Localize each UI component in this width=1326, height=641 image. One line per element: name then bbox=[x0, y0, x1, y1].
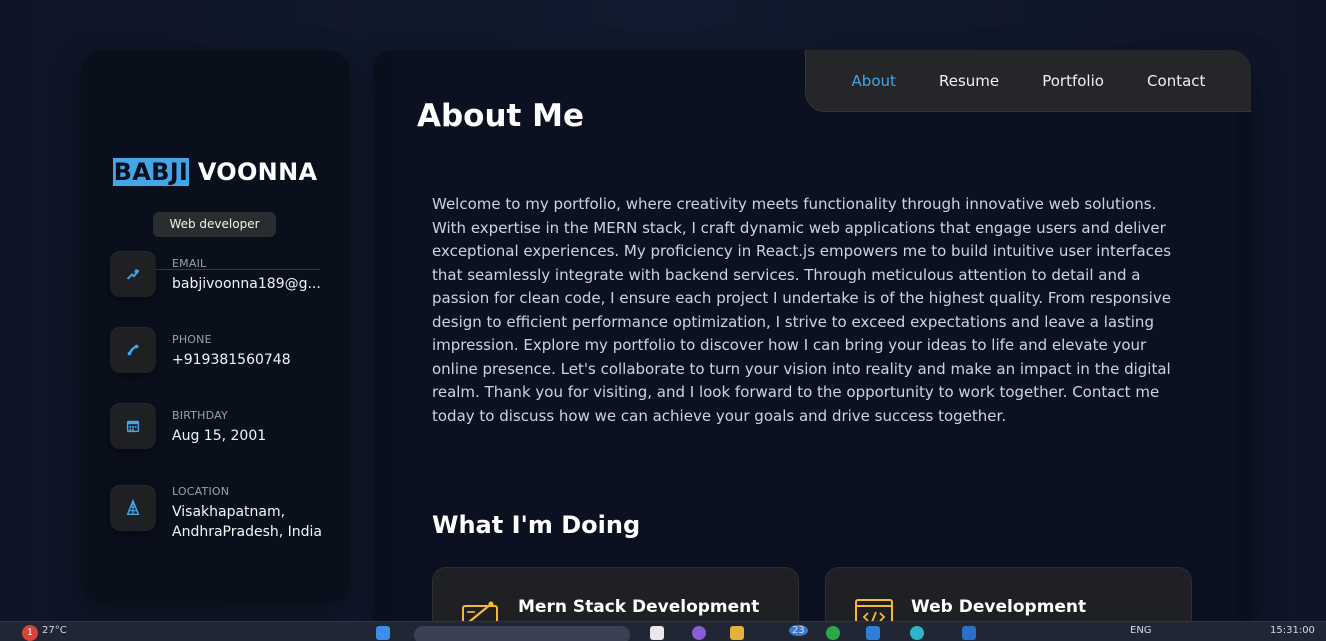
app-icon[interactable] bbox=[910, 626, 924, 640]
contact-birthday: BIRTHDAY Aug 15, 2001 bbox=[110, 403, 329, 463]
app-icon[interactable] bbox=[650, 626, 664, 640]
navbar: About Resume Portfolio Contact bbox=[805, 50, 1251, 112]
service-title: Web Development bbox=[911, 597, 1087, 617]
contact-value: Visakhapatnam, AndhraPradesh, India bbox=[172, 504, 323, 540]
nav-about[interactable]: About bbox=[852, 72, 896, 90]
calendar-icon bbox=[110, 403, 156, 449]
start-icon[interactable] bbox=[376, 626, 390, 640]
service-title: Mern Stack Development bbox=[518, 597, 760, 617]
contact-phone: PHONE +919381560748 bbox=[110, 327, 329, 387]
app-icon[interactable] bbox=[866, 626, 880, 640]
last-name: VOONNA bbox=[197, 158, 318, 186]
contact-value[interactable]: babjivoonna189@g... bbox=[172, 274, 332, 294]
role-badge: Web developer bbox=[153, 212, 276, 237]
profile-sidebar: BABJI VOONNA Web developer EMAIL babjivo… bbox=[81, 50, 349, 603]
main-panel: About Resume Portfolio Contact About Me … bbox=[373, 50, 1251, 637]
folder-icon[interactable] bbox=[730, 626, 744, 640]
contact-label: EMAIL bbox=[172, 257, 207, 270]
contact-label: BIRTHDAY bbox=[172, 409, 228, 422]
app-icon[interactable] bbox=[962, 626, 976, 640]
mail-icon bbox=[110, 251, 156, 297]
app-icon[interactable] bbox=[826, 626, 840, 640]
contact-label: PHONE bbox=[172, 333, 212, 346]
about-text: Welcome to my portfolio, where creativit… bbox=[432, 195, 1172, 425]
contact-label: LOCATION bbox=[172, 485, 230, 498]
contact-location: LOCATION Visakhapatnam, AndhraPradesh, I… bbox=[110, 485, 329, 545]
weather-text[interactable]: 27°C bbox=[42, 625, 67, 636]
nav-resume[interactable]: Resume bbox=[939, 72, 999, 90]
name-highlight: BABJI bbox=[112, 158, 190, 186]
taskbar-search[interactable] bbox=[414, 626, 630, 641]
clock[interactable]: 15:31:00 bbox=[1270, 625, 1315, 636]
first-name: BABJI bbox=[113, 158, 189, 186]
contact-value: Aug 15, 2001 bbox=[172, 428, 267, 444]
notification-badge[interactable]: 1 bbox=[22, 625, 38, 641]
phone-icon bbox=[110, 327, 156, 373]
section-title: What I'm Doing bbox=[432, 511, 641, 539]
location-icon bbox=[110, 485, 156, 531]
page-title: About Me bbox=[417, 98, 585, 134]
nav-portfolio[interactable]: Portfolio bbox=[1042, 72, 1104, 90]
os-taskbar: 1 27°C 23 ENG 15:31:00 bbox=[0, 621, 1326, 641]
profile-name: BABJI VOONNA bbox=[81, 158, 349, 186]
nav-contact[interactable]: Contact bbox=[1147, 72, 1205, 90]
badge-count[interactable]: 23 bbox=[789, 625, 808, 636]
contact-value[interactable]: +919381560748 bbox=[172, 350, 332, 370]
app-icon[interactable] bbox=[692, 626, 706, 640]
language-indicator[interactable]: ENG bbox=[1130, 625, 1152, 636]
contact-email: EMAIL babjivoonna189@g... bbox=[110, 251, 329, 311]
